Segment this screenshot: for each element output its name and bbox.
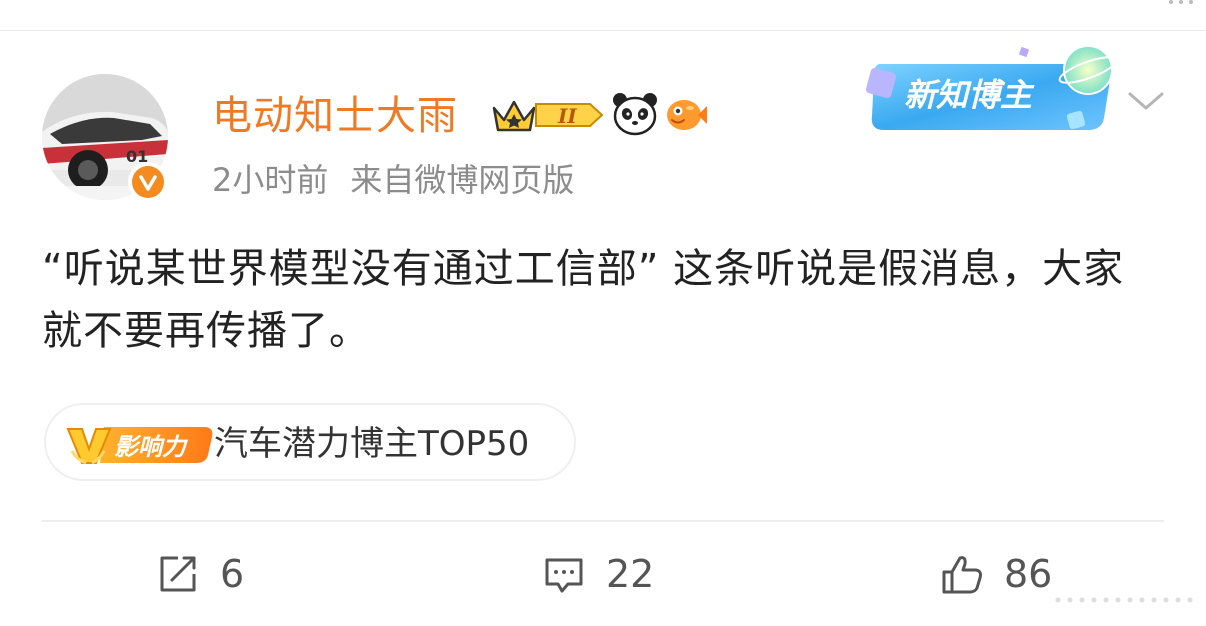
comment-button[interactable]: 22 xyxy=(542,546,654,602)
verified-badge xyxy=(128,162,168,202)
post-time[interactable]: 2小时前 xyxy=(212,161,328,199)
repost-count: 6 xyxy=(220,552,245,596)
verified-v-icon xyxy=(139,175,157,191)
like-button[interactable]: 86 xyxy=(940,546,1052,602)
influence-badge-text: 影响力 xyxy=(114,433,189,461)
post-content: “听说某世界模型没有通过工信部” 这条听说是假消息，大家就不要再传播了。 xyxy=(42,246,1125,354)
fish-icon[interactable] xyxy=(664,94,708,134)
blogger-tag-banner[interactable]: 新知博主 xyxy=(862,40,1124,140)
post-meta: 2小时前 来自微博网页版 xyxy=(212,158,574,202)
influence-label: 汽车潜力博主TOP50 xyxy=(214,424,530,464)
more-dots-icon[interactable] xyxy=(1166,0,1196,6)
influence-tag[interactable]: 影响力 汽车潜力博主TOP50 xyxy=(44,403,576,481)
post-source: 来自微博网页版 xyxy=(350,161,575,199)
panda-icon[interactable] xyxy=(612,92,658,136)
blogger-tag-text: 新知博主 xyxy=(904,76,1035,114)
repost-icon xyxy=(160,556,196,592)
watermark-dots-icon xyxy=(1055,597,1193,603)
weibo-post-card: 01 电动知士大雨 II 2小时前 来自微博网页版 新知博主 “听说某世界模型没… xyxy=(0,0,1206,626)
top-divider xyxy=(0,30,1206,31)
thumbs-up-icon xyxy=(942,556,982,594)
like-count: 86 xyxy=(1004,552,1053,596)
comment-count: 22 xyxy=(606,552,655,596)
crown-level-text: II xyxy=(557,104,577,128)
comment-icon xyxy=(545,558,583,593)
author-name[interactable]: 电动知士大雨 xyxy=(212,88,458,144)
chevron-down-icon[interactable] xyxy=(1126,86,1166,116)
crown-level-badge-icon[interactable]: II xyxy=(490,94,606,136)
action-divider xyxy=(42,520,1164,522)
repost-button[interactable]: 6 xyxy=(156,546,244,602)
